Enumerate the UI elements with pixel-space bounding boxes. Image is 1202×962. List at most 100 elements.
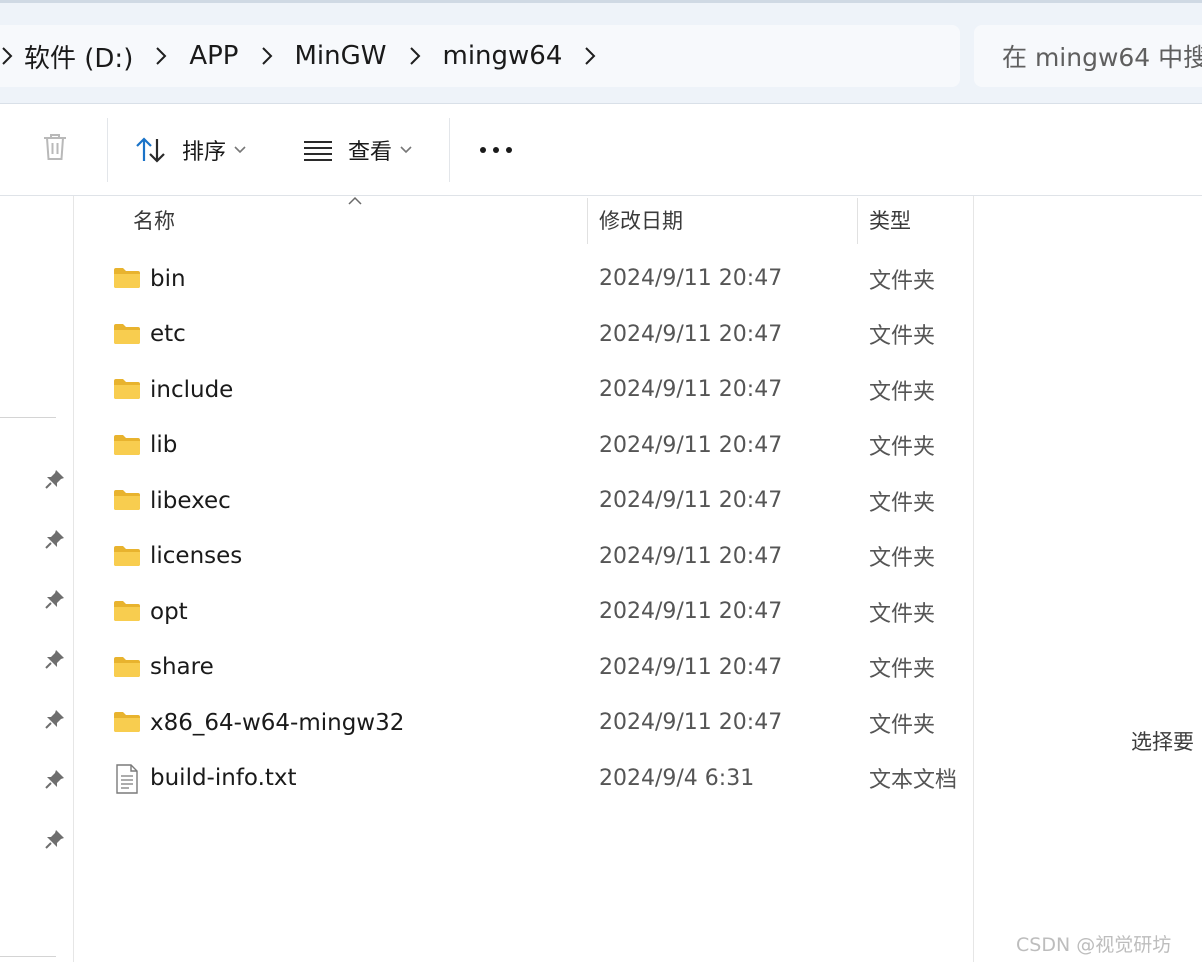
file-date: 2024/9/11 20:47 (599, 321, 783, 347)
text-file-icon (113, 763, 141, 794)
toolbar-divider (449, 118, 450, 182)
folder-icon (113, 486, 141, 514)
pin-icon[interactable] (44, 528, 66, 550)
file-row[interactable]: licenses 2024/9/11 20:47 文件夹 (75, 529, 973, 584)
file-date: 2024/9/11 20:47 (599, 710, 783, 735)
file-type: 文件夹 (869, 379, 936, 405)
address-bar-area: 软件 (D:) APP MinGW mingw64 在 mingw64 中搜 (0, 0, 1202, 104)
file-row[interactable]: build-info.txt 2024/9/4 6:31 文本文档 (75, 751, 973, 806)
file-row[interactable]: include 2024/9/11 20:47 文件夹 (75, 362, 973, 417)
pin-icon[interactable] (44, 588, 66, 610)
file-date: 2024/9/11 20:47 (599, 488, 783, 513)
chevron-right-icon[interactable] (0, 45, 24, 67)
navigation-pane (0, 196, 74, 962)
file-name: x86_64-w64-mingw32 (150, 709, 405, 736)
file-row[interactable]: share 2024/9/11 20:47 文件夹 (75, 640, 973, 695)
file-date: 2024/9/11 20:47 (599, 599, 783, 624)
search-input[interactable]: 在 mingw64 中搜 (974, 25, 1202, 87)
column-header-type[interactable]: 类型 (869, 196, 911, 244)
file-date: 2024/9/11 20:47 (599, 377, 783, 402)
column-header-name-label: 名称 (133, 209, 175, 233)
file-row[interactable]: lib 2024/9/11 20:47 文件夹 (75, 418, 973, 473)
nav-divider (0, 417, 56, 418)
command-bar: 排序 查看 (0, 104, 1202, 196)
view-label: 查看 (348, 140, 393, 165)
file-row[interactable]: x86_64-w64-mingw32 2024/9/11 20:47 文件夹 (75, 695, 973, 750)
toolbar-divider (107, 118, 108, 182)
folder-icon (113, 264, 141, 292)
chevron-right-icon[interactable] (562, 45, 618, 67)
file-date: 2024/9/4 6:31 (599, 765, 755, 791)
list-view-icon (302, 138, 334, 162)
file-type: 文件夹 (869, 490, 936, 516)
file-type: 文件夹 (869, 435, 936, 460)
file-name: bin (150, 265, 186, 292)
delete-button[interactable] (40, 104, 70, 196)
file-name: share (150, 654, 214, 680)
watermark: CSDN @视觉研坊 (1016, 934, 1172, 956)
view-button[interactable]: 查看 (302, 104, 412, 196)
file-list: 名称 修改日期 类型 bin 2024/9/11 20:47 文件夹 etc 2024/… (75, 196, 973, 962)
more-options-button[interactable] (478, 104, 514, 196)
column-separator[interactable] (587, 198, 588, 244)
breadcrumb-item-drive-d[interactable]: 软件 (D:) (24, 38, 133, 75)
file-date: 2024/9/11 20:47 (599, 266, 783, 291)
file-row[interactable]: bin 2024/9/11 20:47 文件夹 (75, 251, 973, 306)
file-name: etc (150, 321, 186, 347)
breadcrumb-item-app[interactable]: APP (189, 41, 238, 71)
chevron-right-icon[interactable] (387, 45, 443, 67)
file-type: 文件夹 (869, 601, 936, 627)
chevron-down-icon (234, 146, 246, 154)
trash-icon (40, 131, 70, 169)
file-name: lib (150, 432, 178, 458)
pin-icon[interactable] (44, 468, 66, 490)
column-header-name[interactable]: 名称 (133, 196, 175, 244)
folder-icon (113, 431, 141, 459)
file-date: 2024/9/11 20:47 (599, 432, 783, 458)
folder-icon (113, 542, 141, 570)
chevron-down-icon (400, 146, 412, 154)
column-header-type-label: 类型 (869, 209, 911, 233)
file-type: 文本文档 (869, 768, 958, 793)
pin-icon[interactable] (44, 708, 66, 730)
folder-icon (113, 653, 141, 681)
file-type: 文件夹 (869, 712, 936, 738)
sort-ascending-icon (348, 196, 362, 205)
file-type: 文件夹 (869, 657, 936, 682)
file-type: 文件夹 (869, 268, 936, 294)
folder-icon (113, 708, 141, 736)
file-type: 文件夹 (869, 546, 936, 571)
more-icon (478, 145, 514, 155)
file-row[interactable]: etc 2024/9/11 20:47 文件夹 (75, 307, 973, 362)
file-type: 文件夹 (869, 324, 936, 349)
breadcrumb[interactable]: 软件 (D:) APP MinGW mingw64 (0, 25, 960, 87)
file-row[interactable]: libexec 2024/9/11 20:47 文件夹 (75, 473, 973, 528)
file-name: licenses (150, 543, 243, 569)
details-pane-message: 选择要 (1131, 730, 1194, 754)
sort-label: 排序 (182, 140, 227, 165)
column-separator[interactable] (857, 198, 858, 244)
pin-icon[interactable] (44, 828, 66, 850)
nav-divider (0, 956, 56, 957)
column-header-date[interactable]: 修改日期 (599, 196, 683, 244)
details-pane: 选择要 (973, 196, 1202, 962)
file-name: build-info.txt (150, 765, 297, 791)
breadcrumb-item-mingw64[interactable]: mingw64 (443, 41, 563, 71)
pin-icon[interactable] (44, 768, 66, 790)
file-name: include (150, 376, 234, 403)
folder-icon (113, 375, 141, 403)
search-placeholder: 在 mingw64 中搜 (1002, 43, 1202, 72)
file-name: libexec (150, 487, 231, 514)
file-date: 2024/9/11 20:47 (599, 543, 783, 569)
breadcrumb-item-mingw[interactable]: MinGW (295, 41, 387, 71)
folder-icon (113, 597, 141, 625)
chevron-right-icon[interactable] (239, 45, 295, 67)
pin-icon[interactable] (44, 648, 66, 670)
file-name: opt (150, 598, 188, 625)
file-row[interactable]: opt 2024/9/11 20:47 文件夹 (75, 584, 973, 639)
file-date: 2024/9/11 20:47 (599, 654, 783, 680)
sort-icon (134, 135, 168, 165)
column-header-date-label: 修改日期 (599, 209, 683, 233)
sort-button[interactable]: 排序 (134, 104, 246, 196)
chevron-right-icon[interactable] (133, 45, 189, 67)
